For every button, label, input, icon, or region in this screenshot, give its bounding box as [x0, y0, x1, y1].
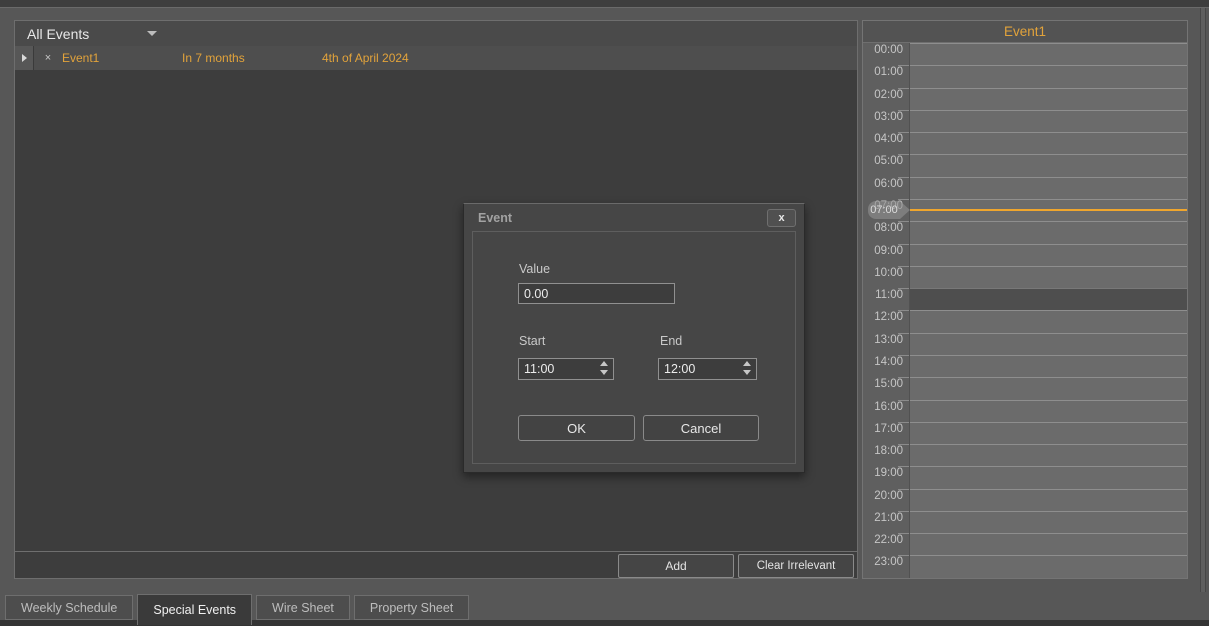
hour-label: 01:00 [863, 65, 909, 87]
hour-row[interactable] [910, 466, 1187, 488]
event-filter-label: All Events [15, 26, 89, 42]
hour-label: 18:00 [863, 444, 909, 466]
dialog-titlebar[interactable]: Event [464, 204, 804, 231]
hour-row[interactable] [910, 555, 1187, 577]
event-recurrence: In 7 months [182, 51, 322, 65]
hour-row[interactable] [910, 65, 1187, 87]
hour-row[interactable] [910, 489, 1187, 511]
hour-label: 04:00 [863, 132, 909, 154]
hour-row[interactable] [910, 88, 1187, 110]
start-time-spinner [518, 358, 614, 380]
spinner-up-icon[interactable] [743, 361, 751, 366]
tabs: Weekly ScheduleSpecial EventsWire SheetP… [5, 593, 469, 625]
hour-label: 10:00 [863, 266, 909, 288]
start-label: Start [519, 334, 545, 348]
cancel-button[interactable]: Cancel [643, 415, 759, 441]
hour-row[interactable] [910, 221, 1187, 243]
hour-row[interactable] [910, 355, 1187, 377]
hour-row[interactable] [910, 377, 1187, 399]
tab-weekly-schedule[interactable]: Weekly Schedule [5, 595, 133, 620]
day-view-title: Event1 [863, 21, 1187, 43]
hour-labels-column: 00:0001:0002:0003:0004:0005:0006:00 07:00… [863, 43, 910, 578]
event-row[interactable]: ×Event1In 7 months4th of April 2024 [15, 46, 857, 70]
hour-label: 12:00 [863, 310, 909, 332]
hour-row[interactable] [910, 266, 1187, 288]
hour-row[interactable] [910, 43, 1187, 65]
spinner-down-icon[interactable] [743, 370, 751, 375]
hour-label: 11:00 [863, 288, 909, 310]
expand-cell[interactable] [15, 46, 34, 70]
hour-label: 13:00 [863, 333, 909, 355]
add-button[interactable]: Add [618, 554, 734, 578]
hour-label: 08:00 [863, 221, 909, 243]
top-strip [0, 0, 1209, 8]
day-grid-rows[interactable] [910, 43, 1187, 578]
spinner-down-icon[interactable] [600, 370, 608, 375]
hour-label: 20:00 [863, 489, 909, 511]
hour-label: 06:00 [863, 177, 909, 199]
hour-row[interactable] [910, 422, 1187, 444]
event-rows: ×Event1In 7 months4th of April 2024 [15, 46, 857, 70]
event-dialog: Event x Value Start End OK [463, 203, 805, 473]
expand-icon [22, 54, 27, 62]
hour-row[interactable] [910, 533, 1187, 555]
hour-label: 22:00 [863, 533, 909, 555]
tab-wire-sheet[interactable]: Wire Sheet [256, 595, 350, 620]
scheduler-screen: All Events ×Event1In 7 months4th of Apri… [0, 0, 1209, 626]
hour-label: 19:00 [863, 466, 909, 488]
hour-label: 03:00 [863, 110, 909, 132]
hour-row[interactable] [910, 400, 1187, 422]
hour-label: 16:00 [863, 400, 909, 422]
day-view-panel: Event1 00:0001:0002:0003:0004:0005:0006:… [862, 20, 1188, 579]
caret-down-icon [147, 31, 157, 36]
event-date: 4th of April 2024 [322, 51, 857, 65]
hour-label: 14:00 [863, 355, 909, 377]
event-time-block[interactable] [910, 288, 1187, 310]
value-input[interactable] [518, 283, 675, 304]
hour-label: 21:00 [863, 511, 909, 533]
hour-label: 23:00 [863, 555, 909, 577]
event-name: Event1 [62, 51, 182, 65]
hour-row[interactable] [910, 244, 1187, 266]
dialog-title: Event [478, 211, 512, 225]
hour-label: 00:00 [863, 43, 909, 65]
view-tabbar: Weekly ScheduleSpecial EventsWire SheetP… [0, 593, 1209, 626]
hour-row[interactable] [910, 310, 1187, 332]
hour-label: 15:00 [863, 377, 909, 399]
hour-row[interactable] [910, 177, 1187, 199]
hour-row[interactable] [910, 154, 1187, 176]
dialog-content: Value Start End OK Cancel [472, 231, 796, 464]
hour-label: 17:00 [863, 422, 909, 444]
end-time-spinner [658, 358, 757, 380]
ok-button[interactable]: OK [518, 415, 635, 441]
hour-row[interactable] [910, 333, 1187, 355]
hour-row[interactable] [910, 511, 1187, 533]
hour-label: 09:00 [863, 244, 909, 266]
hour-label: 05:00 [863, 154, 909, 176]
spinner-up-icon[interactable] [600, 361, 608, 366]
hour-row[interactable] [910, 132, 1187, 154]
tab-property-sheet[interactable]: Property Sheet [354, 595, 469, 620]
value-label: Value [519, 262, 550, 276]
close-icon[interactable]: x [767, 209, 796, 227]
hour-row[interactable] [910, 444, 1187, 466]
right-splitter[interactable] [1200, 8, 1206, 592]
hour-label: 02:00 [863, 88, 909, 110]
tab-special-events[interactable]: Special Events [137, 594, 252, 625]
end-label: End [660, 334, 682, 348]
delete-icon[interactable]: × [34, 52, 62, 64]
event-filter-dropdown[interactable]: All Events [15, 21, 857, 46]
hour-row[interactable] [910, 110, 1187, 132]
time-cursor-line [910, 209, 1187, 211]
day-grid: 00:0001:0002:0003:0004:0005:0006:00 07:00… [863, 43, 1187, 578]
time-cursor-tag[interactable]: 07:00 [868, 201, 900, 219]
clear-irrelevant-button[interactable]: Clear Irrelevant [738, 554, 854, 578]
